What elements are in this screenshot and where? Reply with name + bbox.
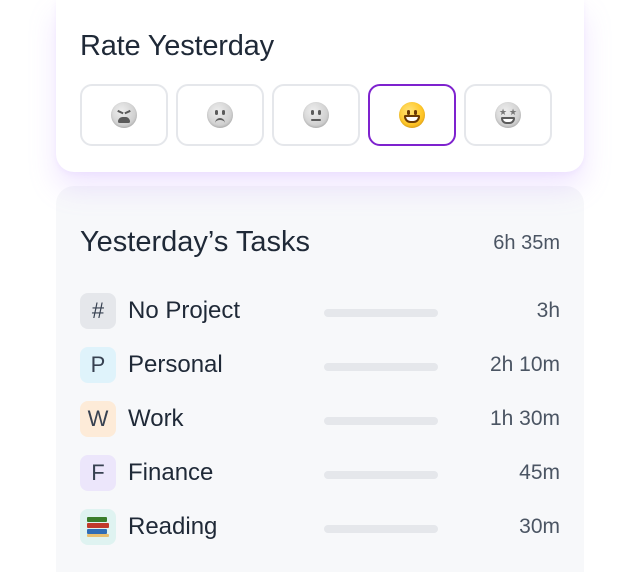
project-letter-icon: P [80, 347, 116, 383]
tasks-header: Yesterday’s Tasks 6h 35m [80, 224, 560, 264]
progress-track [324, 417, 438, 425]
rating-option-tired[interactable] [80, 84, 168, 146]
project-name: Reading [128, 513, 218, 540]
project-row-personal[interactable]: P Personal 2h 10m [80, 338, 560, 392]
rating-options: ★ ★ [80, 84, 552, 146]
project-row-work[interactable]: W Work 1h 30m [80, 392, 560, 446]
progress-track [324, 525, 438, 533]
project-time: 30m [519, 515, 560, 538]
project-letter-icon: W [80, 401, 116, 437]
rate-yesterday-card: Rate Yesterday ★ ★ [56, 0, 584, 172]
project-letter-icon: F [80, 455, 116, 491]
project-row-finance[interactable]: F Finance 45m [80, 446, 560, 500]
rating-option-frowning[interactable] [176, 84, 264, 146]
project-time: 45m [519, 461, 560, 484]
hash-icon: # [80, 293, 116, 329]
progress-track [324, 471, 438, 479]
progress-track [324, 309, 438, 317]
project-time: 2h 10m [489, 353, 560, 376]
project-name: Finance [128, 459, 214, 486]
frowning-face-icon [207, 102, 233, 128]
rating-option-neutral[interactable] [272, 84, 360, 146]
project-name: No Project [128, 297, 241, 324]
star-struck-face-icon: ★ ★ [495, 102, 521, 128]
project-time: 1h 30m [489, 407, 560, 430]
project-row-reading[interactable]: Reading 30m [80, 500, 560, 554]
rating-option-grinning[interactable] [368, 84, 456, 146]
books-icon [80, 509, 116, 545]
rate-yesterday-title: Rate Yesterday [80, 30, 274, 62]
project-time: 3h [536, 299, 560, 322]
neutral-face-icon [303, 102, 329, 128]
project-list: # No Project 3h P Personal 2h 10m W Work… [80, 284, 560, 554]
tasks-total-time: 6h 35m [493, 232, 560, 254]
tasks-title: Yesterday’s Tasks [80, 226, 310, 258]
project-name: Work [128, 405, 184, 432]
grinning-face-icon [399, 102, 425, 128]
rating-option-star-struck[interactable]: ★ ★ [464, 84, 552, 146]
yesterdays-tasks-card: Yesterday’s Tasks 6h 35m # No Project 3h… [56, 186, 584, 572]
project-row-no-project[interactable]: # No Project 3h [80, 284, 560, 338]
project-name: Personal [128, 351, 223, 378]
progress-track [324, 363, 438, 371]
tired-face-icon [111, 102, 137, 128]
